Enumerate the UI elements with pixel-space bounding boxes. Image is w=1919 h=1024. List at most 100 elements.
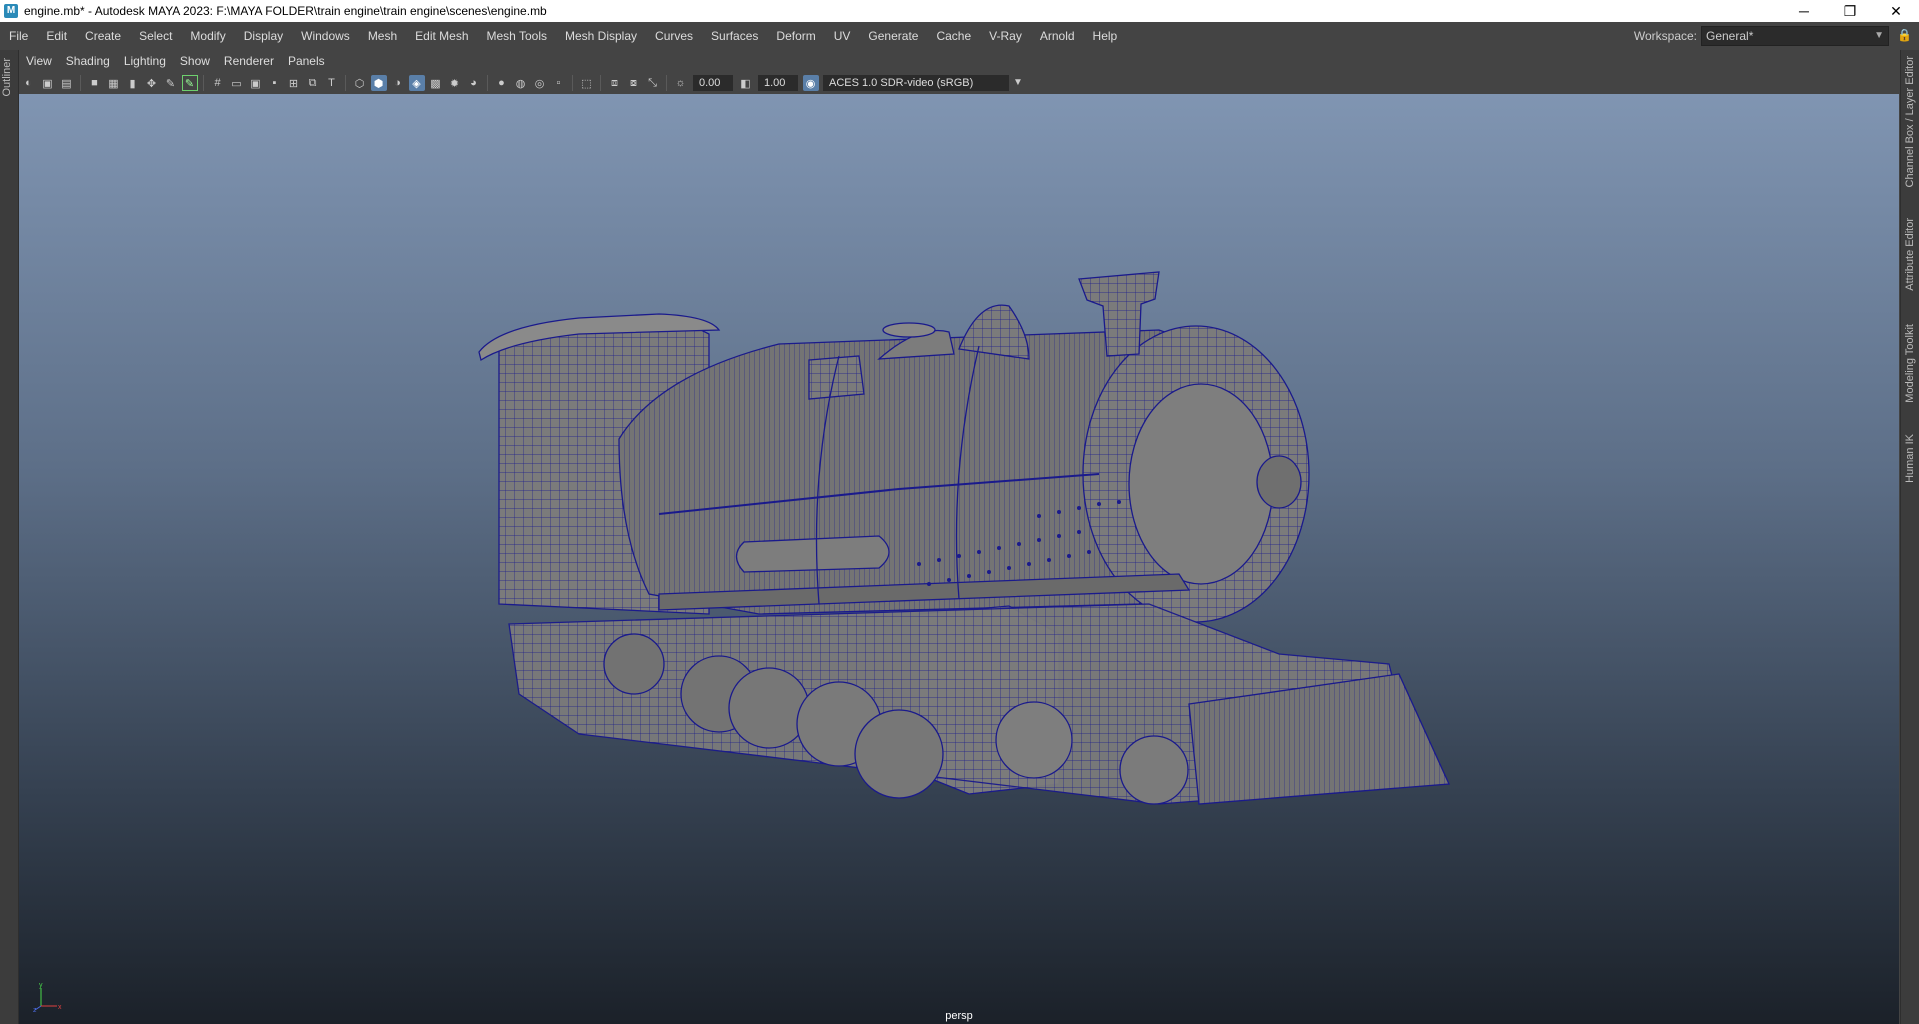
maximize-button[interactable]: ❐ — [1827, 0, 1873, 22]
camera-attributes-icon[interactable]: ▤ — [59, 75, 75, 91]
workspace-label: Workspace: — [1633, 29, 1697, 43]
main-menu-bar: File Edit Create Select Modify Display W… — [0, 22, 1919, 50]
air-pump — [735, 535, 890, 573]
close-button[interactable]: ✕ — [1873, 0, 1919, 22]
menu-uv[interactable]: UV — [825, 22, 860, 50]
tab-modeling-toolkit[interactable]: Modeling Toolkit — [1904, 324, 1916, 403]
field-chart-icon[interactable]: ⊞ — [286, 75, 302, 91]
color-management-dropdown[interactable]: ACES 1.0 SDR-video (sRGB) — [823, 75, 1009, 91]
menu-select[interactable]: Select — [130, 22, 181, 50]
minimize-button[interactable]: ─ — [1781, 0, 1827, 22]
menu-help[interactable]: Help — [1084, 22, 1127, 50]
menu-windows[interactable]: Windows — [292, 22, 359, 50]
wireframe-on-shaded-icon[interactable]: ◈ — [408, 75, 425, 91]
smooth-shade-icon[interactable]: ⬢ — [370, 75, 387, 91]
camera-icon[interactable]: ■ — [87, 75, 103, 91]
panel-menu-show[interactable]: Show — [173, 54, 217, 68]
panel-menu-lighting[interactable]: Lighting — [117, 54, 173, 68]
menu-modify[interactable]: Modify — [181, 22, 234, 50]
menu-surfaces[interactable]: Surfaces — [702, 22, 767, 50]
panel-menu-bar: View Shading Lighting Show Renderer Pane… — [19, 50, 1899, 72]
separator — [487, 75, 488, 91]
chevron-down-icon: ▼ — [1874, 30, 1884, 41]
use-all-lights-icon[interactable]: ✹ — [447, 75, 463, 91]
menu-mesh-tools[interactable]: Mesh Tools — [478, 22, 556, 50]
film-gate-icon[interactable]: ▭ — [229, 75, 245, 91]
shadows-icon[interactable]: ◕ — [466, 75, 482, 91]
bookmark-icon[interactable]: ▮ — [125, 75, 141, 91]
separator — [345, 75, 346, 91]
exposure-icon[interactable]: ☼ — [673, 75, 689, 91]
feedwater-heater — [808, 355, 865, 400]
separator — [203, 75, 204, 91]
gamma-icon[interactable]: ◧ — [738, 75, 754, 91]
driver-wheel — [728, 667, 810, 749]
panel-toolbar: ◐ ▣ ▤ ■ ▦ ▮ ✥ ✎ ✎ # ▭ ▣ ▪ ⊞ ⧉ T ⬡ ⬢ ◑ ◈ … — [19, 72, 1899, 94]
camera-name-label: persp — [945, 1010, 973, 1022]
xray-active-components-icon[interactable]: ⧇ — [626, 75, 642, 91]
lock-camera-icon[interactable]: ▣ — [40, 75, 56, 91]
headlight — [1256, 455, 1302, 509]
safe-title-icon[interactable]: T — [324, 75, 340, 91]
motion-blur-icon[interactable]: ◍ — [513, 75, 529, 91]
safe-action-icon[interactable]: ⧉ — [305, 75, 321, 91]
pilot-wheel — [1119, 735, 1189, 805]
separator — [572, 75, 573, 91]
tab-outliner[interactable]: Outliner — [1, 58, 13, 97]
tab-channel-box[interactable]: Channel Box / Layer Editor — [1904, 56, 1916, 187]
default-material-icon[interactable]: ◑ — [390, 75, 406, 91]
xray-icon[interactable]: ⧈ — [607, 75, 623, 91]
gamma-field[interactable]: 1.00 — [758, 75, 798, 91]
isolate-select-icon[interactable]: ⬚ — [579, 75, 595, 91]
separator — [666, 75, 667, 91]
anti-aliasing-icon[interactable]: ◎ — [532, 75, 548, 91]
color-management-icon[interactable]: ◉ — [802, 75, 819, 91]
depth-of-field-icon[interactable]: ▫ — [551, 75, 567, 91]
exposure-field[interactable]: 0.00 — [693, 75, 733, 91]
panel-menu-renderer[interactable]: Renderer — [217, 54, 281, 68]
gate-mask-icon[interactable]: ▪ — [267, 75, 283, 91]
menu-create[interactable]: Create — [76, 22, 130, 50]
train-engine-model — [478, 271, 1450, 805]
tab-attribute-editor[interactable]: Attribute Editor — [1904, 218, 1916, 291]
panel-menu-view[interactable]: View — [19, 54, 59, 68]
xray-joints-icon[interactable]: ⤡ — [645, 75, 661, 91]
menu-edit[interactable]: Edit — [37, 22, 76, 50]
left-dock-strip: Outliner — [0, 50, 19, 1024]
menu-mesh[interactable]: Mesh — [359, 22, 406, 50]
whistle-cap — [882, 322, 936, 338]
tab-human-ik[interactable]: Human IK — [1904, 434, 1916, 483]
perspective-viewport[interactable]: y x z persp — [19, 94, 1899, 1024]
sand-dome — [958, 304, 1030, 360]
select-camera-icon[interactable]: ◐ — [21, 75, 37, 91]
panel-menu-shading[interactable]: Shading — [59, 54, 117, 68]
menu-display[interactable]: Display — [235, 22, 292, 50]
grease-pencil-icon[interactable]: ✎ — [163, 75, 179, 91]
2d-pan-zoom-icon[interactable]: ✥ — [144, 75, 160, 91]
chevron-down-icon[interactable]: ▼ — [1011, 75, 1025, 91]
window-title: engine.mb* - Autodesk MAYA 2023: F:\MAYA… — [24, 4, 547, 18]
resolution-gate-icon[interactable]: ▣ — [248, 75, 264, 91]
screen-space-ao-icon[interactable]: ● — [494, 75, 510, 91]
menu-deform[interactable]: Deform — [767, 22, 824, 50]
trailing-wheel — [603, 633, 665, 695]
maya-app-icon: M — [4, 4, 18, 18]
wireframe-icon[interactable]: ⬡ — [352, 75, 368, 91]
panel-menu-panels[interactable]: Panels — [281, 54, 332, 68]
textured-icon[interactable]: ▩ — [428, 75, 444, 91]
menu-curves[interactable]: Curves — [646, 22, 702, 50]
workspace-dropdown[interactable]: General* ▼ — [1701, 26, 1889, 46]
menu-cache[interactable]: Cache — [927, 22, 980, 50]
image-plane-icon[interactable]: ▦ — [106, 75, 122, 91]
menu-generate[interactable]: Generate — [859, 22, 927, 50]
menu-arnold[interactable]: Arnold — [1031, 22, 1084, 50]
pilot-wheel — [995, 701, 1073, 779]
pencil-icon[interactable]: ✎ — [181, 75, 198, 91]
menu-edit-mesh[interactable]: Edit Mesh — [406, 22, 477, 50]
menu-vray[interactable]: V-Ray — [980, 22, 1031, 50]
menu-file[interactable]: File — [0, 22, 37, 50]
grid-icon[interactable]: # — [210, 75, 226, 91]
lock-icon[interactable]: 🔒 — [1897, 28, 1912, 44]
separator — [600, 75, 601, 91]
menu-mesh-display[interactable]: Mesh Display — [556, 22, 646, 50]
